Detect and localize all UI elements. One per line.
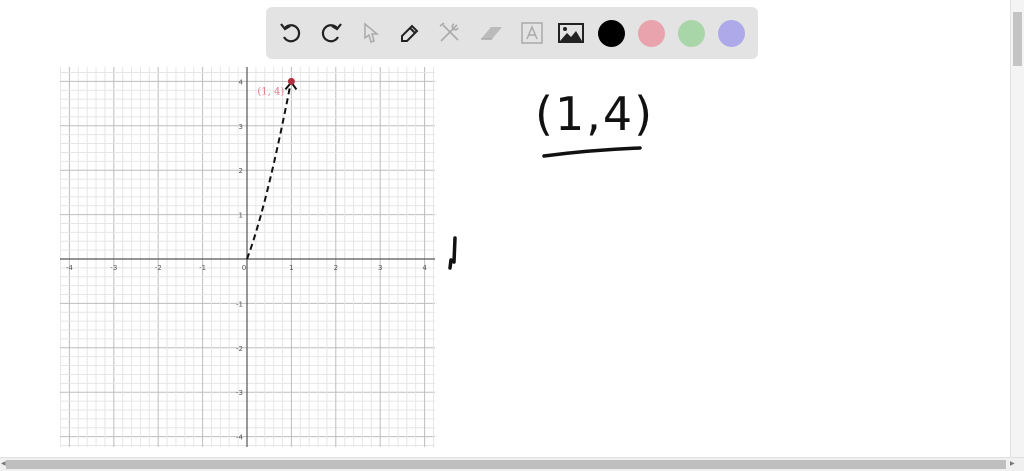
scroll-left-icon[interactable]: ◀: [1, 460, 6, 467]
handwritten-answer: (1,4): [535, 87, 655, 141]
handwritten-strokes: [448, 146, 642, 270]
horizontal-scroll-thumb[interactable]: [6, 460, 1006, 469]
handwriting-layer: [448, 146, 642, 270]
vertical-scrollbar[interactable]: [1010, 0, 1024, 458]
vertical-scroll-thumb[interactable]: [1013, 12, 1022, 66]
horizontal-scrollbar[interactable]: ◀ ▶: [0, 457, 1024, 471]
scroll-right-icon[interactable]: ▶: [1010, 460, 1015, 467]
